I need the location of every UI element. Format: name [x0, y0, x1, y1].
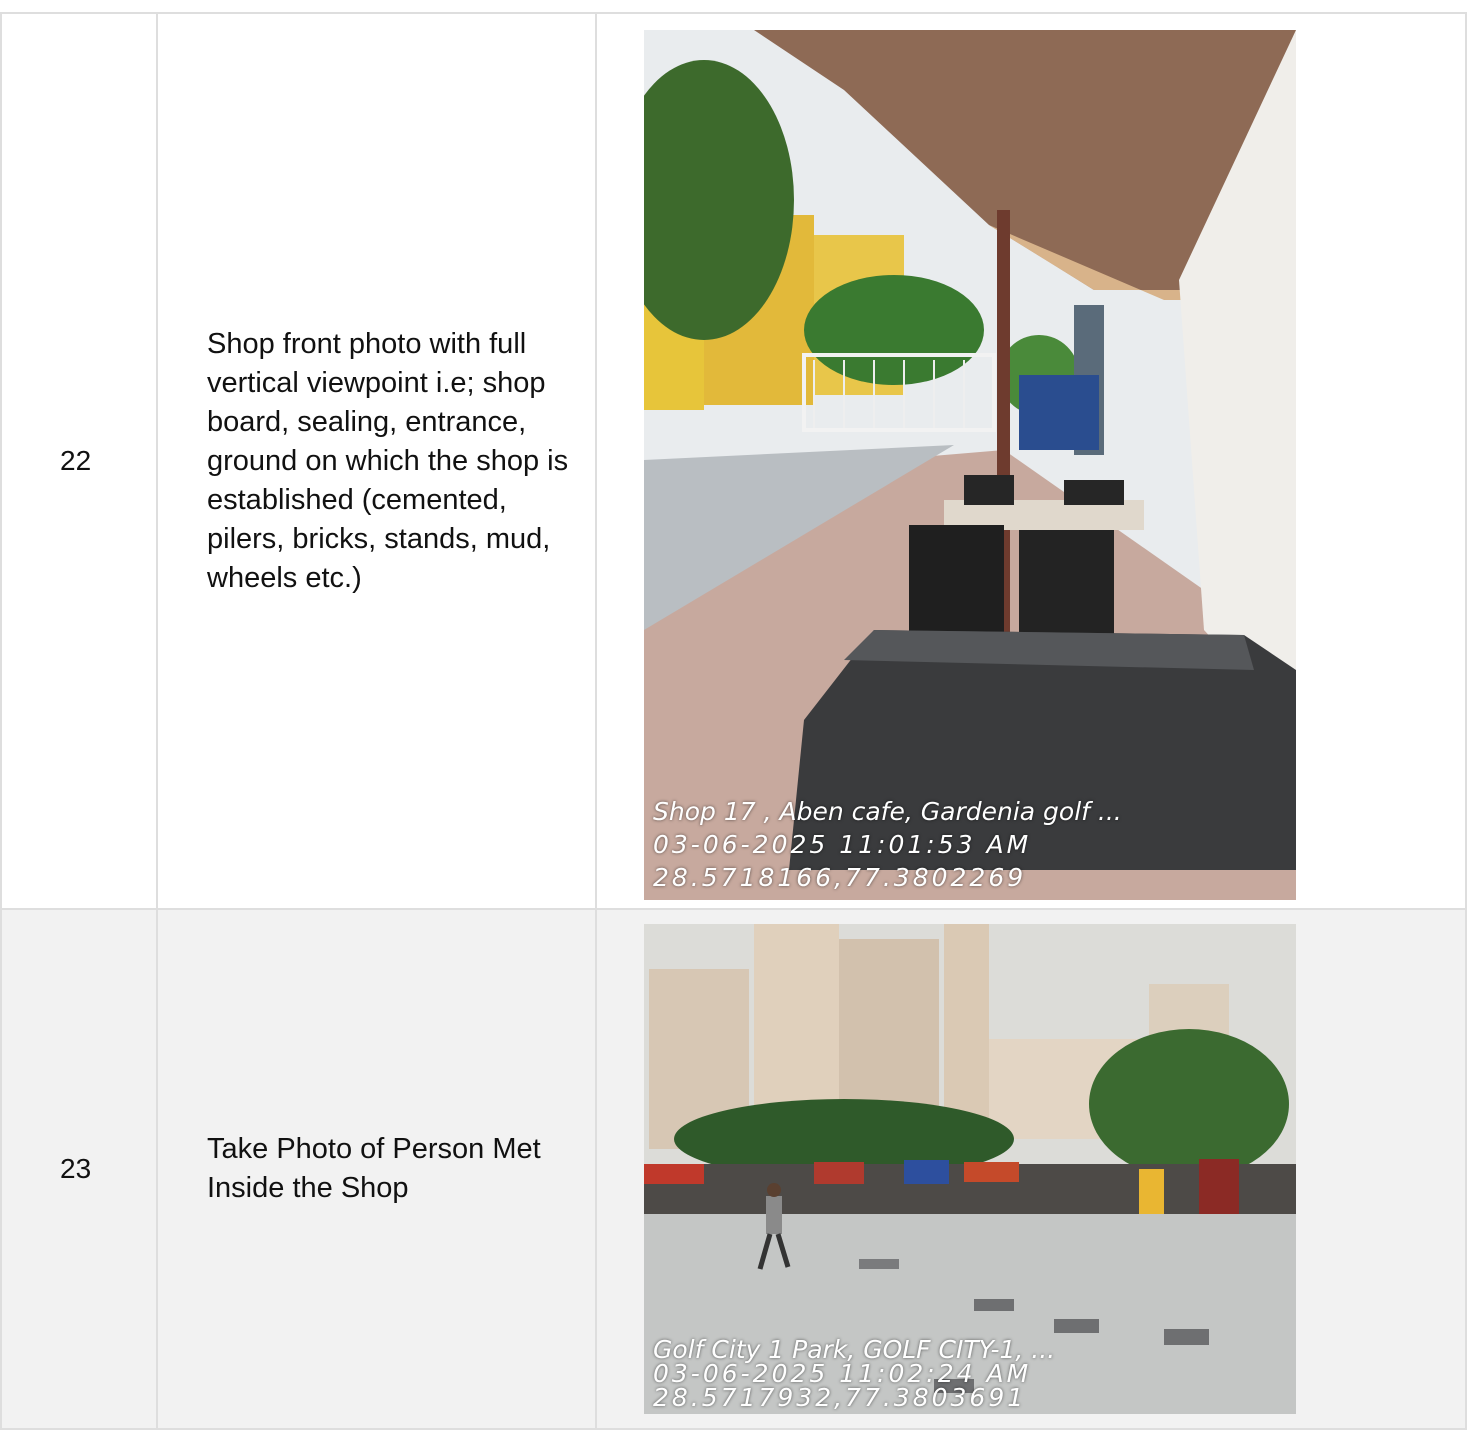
row-description: Shop front photo with full vertical view…	[156, 12, 597, 910]
photo-cell: Shop 17 , Aben cafe, Gardenia golf ... 0…	[595, 12, 1467, 910]
person-met-photo: Golf City 1 Park, GOLF CITY-1, ... 03-06…	[644, 924, 1296, 1414]
photo-cell: Golf City 1 Park, GOLF CITY-1, ... 03-06…	[595, 908, 1467, 1430]
row-number: 23	[0, 908, 158, 1430]
checklist-table: 22 Shop front photo with full vertical v…	[0, 12, 1467, 1430]
stamp-coordinates: 28.5718166,77.3802269	[653, 863, 1027, 892]
shop-front-photo: Shop 17 , Aben cafe, Gardenia golf ... 0…	[644, 30, 1296, 900]
stamp-datetime: 03-06-2025 11:01:53 AM	[653, 830, 1032, 859]
shop-front-photo-illustration	[644, 30, 1296, 900]
stamp-location: Shop 17 , Aben cafe, Gardenia golf ...	[653, 797, 1122, 826]
table-row: 22 Shop front photo with full vertical v…	[0, 12, 1467, 910]
row-number: 22	[0, 12, 158, 910]
stamp-coordinates: 28.5717932,77.3803691	[653, 1383, 1027, 1412]
row-description: Take Photo of Person Met Inside the Shop	[156, 908, 597, 1430]
photo-geotag-stamp: Golf City 1 Park, GOLF CITY-1, ... 03-06…	[653, 1337, 1055, 1412]
table-row: 23 Take Photo of Person Met Inside the S…	[0, 908, 1467, 1430]
photo-geotag-stamp: Shop 17 , Aben cafe, Gardenia golf ... 0…	[653, 795, 1122, 894]
